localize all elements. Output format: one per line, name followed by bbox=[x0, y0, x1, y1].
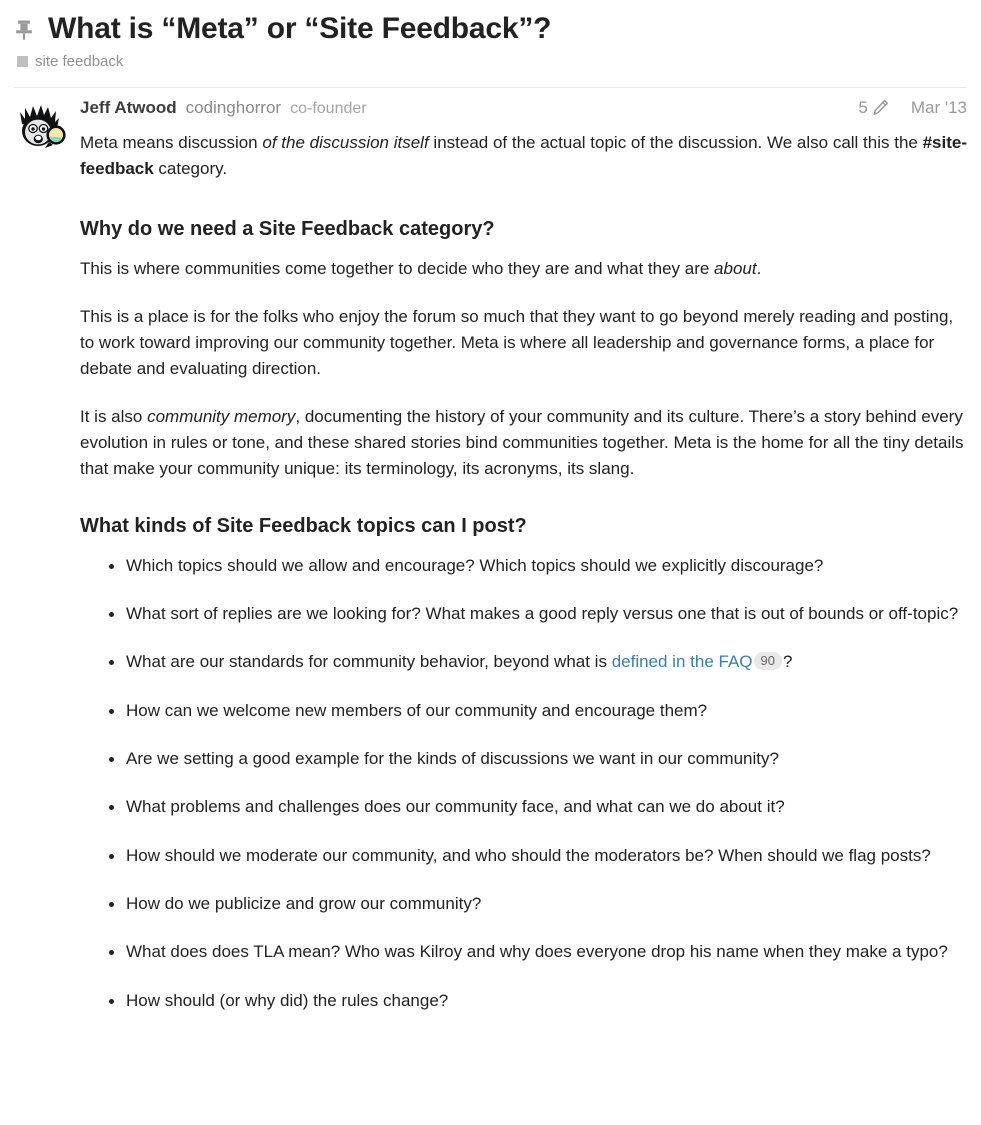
pencil-icon bbox=[872, 99, 889, 116]
post-content: Meta means discussion of the discussion … bbox=[80, 126, 967, 1015]
list-item: How can we welcome new members of our co… bbox=[109, 698, 967, 724]
topic-category[interactable]: site feedback bbox=[17, 54, 967, 69]
p2-emphasis: about bbox=[714, 259, 757, 279]
list-item: Are we setting a good example for the ki… bbox=[109, 746, 967, 772]
title-row: What is “Meta” or “Site Feedback”? bbox=[14, 10, 967, 48]
heading-why-site-feedback: Why do we need a Site Feedback category? bbox=[80, 218, 495, 241]
list-item: How should we moderate our community, an… bbox=[109, 843, 967, 869]
item3-text-b: ? bbox=[782, 652, 793, 672]
avatar[interactable] bbox=[14, 101, 66, 154]
paragraph-2: This is where communities come together … bbox=[80, 256, 967, 282]
p4-text-a: It is also bbox=[80, 406, 148, 426]
p1-text-c: category. bbox=[153, 158, 228, 178]
post-body: Jeff Atwood codinghorror co-founder 5 Ma… bbox=[80, 88, 967, 1015]
post-meta: Jeff Atwood codinghorror co-founder 5 Ma… bbox=[80, 98, 967, 126]
poster-names: Jeff Atwood codinghorror co-founder bbox=[80, 98, 858, 118]
p1-emphasis: of the discussion itself bbox=[262, 132, 429, 152]
post-date[interactable]: Mar '13 bbox=[911, 98, 967, 118]
list-item: What does does TLA mean? Who was Kilroy … bbox=[109, 939, 967, 965]
avatar-column bbox=[14, 88, 80, 154]
list-item: How should (or why did) the rules change… bbox=[109, 988, 967, 1014]
edit-count-button[interactable]: 5 bbox=[858, 98, 888, 118]
p2-text-b: . bbox=[756, 259, 762, 279]
heading-what-kinds-of-topics: What kinds of Site Feedback topics can I… bbox=[80, 514, 527, 537]
poster-username[interactable]: codinghorror bbox=[186, 98, 281, 118]
faq-link-badge: 90 bbox=[753, 652, 782, 671]
post-infos: 5 Mar '13 bbox=[858, 98, 967, 118]
page-title: What is “Meta” or “Site Feedback”? bbox=[48, 12, 552, 45]
p4-emphasis: community memory bbox=[147, 406, 296, 426]
pin-icon bbox=[14, 19, 34, 41]
post-inner: Jeff Atwood codinghorror co-founder 5 Ma… bbox=[14, 88, 967, 1015]
list-item: How do we publicize and grow our communi… bbox=[109, 891, 967, 917]
paragraph-4: It is also community memory, documenting… bbox=[80, 404, 967, 483]
category-name[interactable]: site feedback bbox=[35, 54, 123, 69]
faq-link[interactable]: defined in the FAQ bbox=[612, 652, 753, 671]
p2-text-a: This is where communities come together … bbox=[80, 259, 715, 279]
category-color-swatch bbox=[17, 55, 28, 67]
topic-question-list: Which topics should we allow and encoura… bbox=[80, 553, 967, 1014]
list-item: What problems and challenges does our co… bbox=[109, 794, 967, 820]
topic-header: What is “Meta” or “Site Feedback”? site … bbox=[0, 0, 981, 88]
p1-text-b: instead of the actual topic of the discu… bbox=[428, 132, 923, 152]
p1-text-a: Meta means discussion bbox=[80, 132, 263, 152]
post: Jeff Atwood codinghorror co-founder 5 Ma… bbox=[0, 88, 981, 1015]
list-item: What are our standards for community beh… bbox=[109, 649, 967, 675]
paragraph-3: This is a place is for the folks who enj… bbox=[80, 306, 954, 379]
edit-count: 5 bbox=[858, 97, 868, 117]
item3-text-a: What are our standards for community beh… bbox=[126, 652, 612, 672]
list-item: Which topics should we allow and encoura… bbox=[109, 553, 967, 579]
poster-fullname[interactable]: Jeff Atwood bbox=[80, 98, 177, 118]
paragraph-1: Meta means discussion of the discussion … bbox=[80, 130, 967, 183]
poster-user-title: co-founder bbox=[290, 99, 367, 117]
list-item: What sort of replies are we looking for?… bbox=[109, 601, 967, 627]
